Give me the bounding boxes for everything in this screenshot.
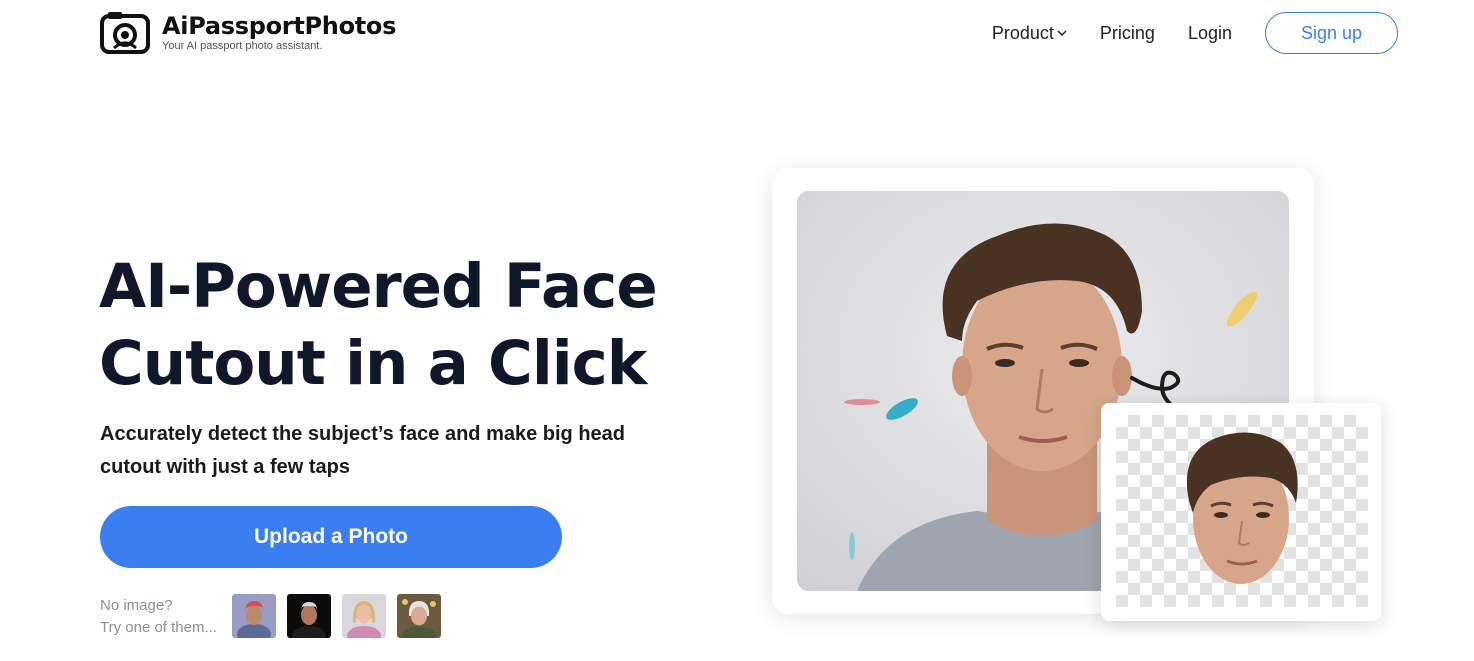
no-image-line2: Try one of them... (100, 619, 217, 636)
nav-product[interactable]: Product (992, 23, 1067, 44)
hero-title-line1: AI-Powered Face (99, 251, 658, 322)
cutout-result-card (1101, 403, 1381, 621)
nav-product-label: Product (991, 22, 1054, 43)
no-image-hint: No image? Try one of them... (100, 595, 217, 639)
sample-image-2[interactable] (287, 594, 331, 638)
sample-image-3[interactable] (342, 594, 386, 638)
brand-name: AiPassportPhotos (162, 12, 397, 40)
sample-image-4[interactable] (397, 594, 441, 638)
no-image-line1: No image? (100, 597, 173, 614)
signup-button[interactable]: Sign up (1265, 12, 1398, 54)
hero-title-line2: Cutout in a Click (99, 328, 647, 399)
brand-tagline: Your AI passport photo assistant. (162, 40, 323, 52)
chevron-down-icon (1057, 30, 1067, 37)
face-cutout (1186, 432, 1298, 584)
hero-subtitle: Accurately detect the subject’s face and… (100, 423, 625, 478)
upload-photo-button[interactable]: Upload a Photo (100, 506, 562, 568)
sample-image-1[interactable] (232, 594, 276, 638)
sample-images (232, 594, 441, 638)
camera-icon (100, 12, 150, 54)
nav-pricing[interactable]: Pricing (1100, 23, 1155, 44)
hero-title: AI-Powered Face Cutout in a Click (99, 248, 719, 402)
brand-logo[interactable]: AiPassportPhotos Your AI passport photo … (100, 10, 396, 54)
nav-login[interactable]: Login (1188, 23, 1232, 44)
top-nav: Product Pricing Login Sign up (992, 12, 1398, 54)
